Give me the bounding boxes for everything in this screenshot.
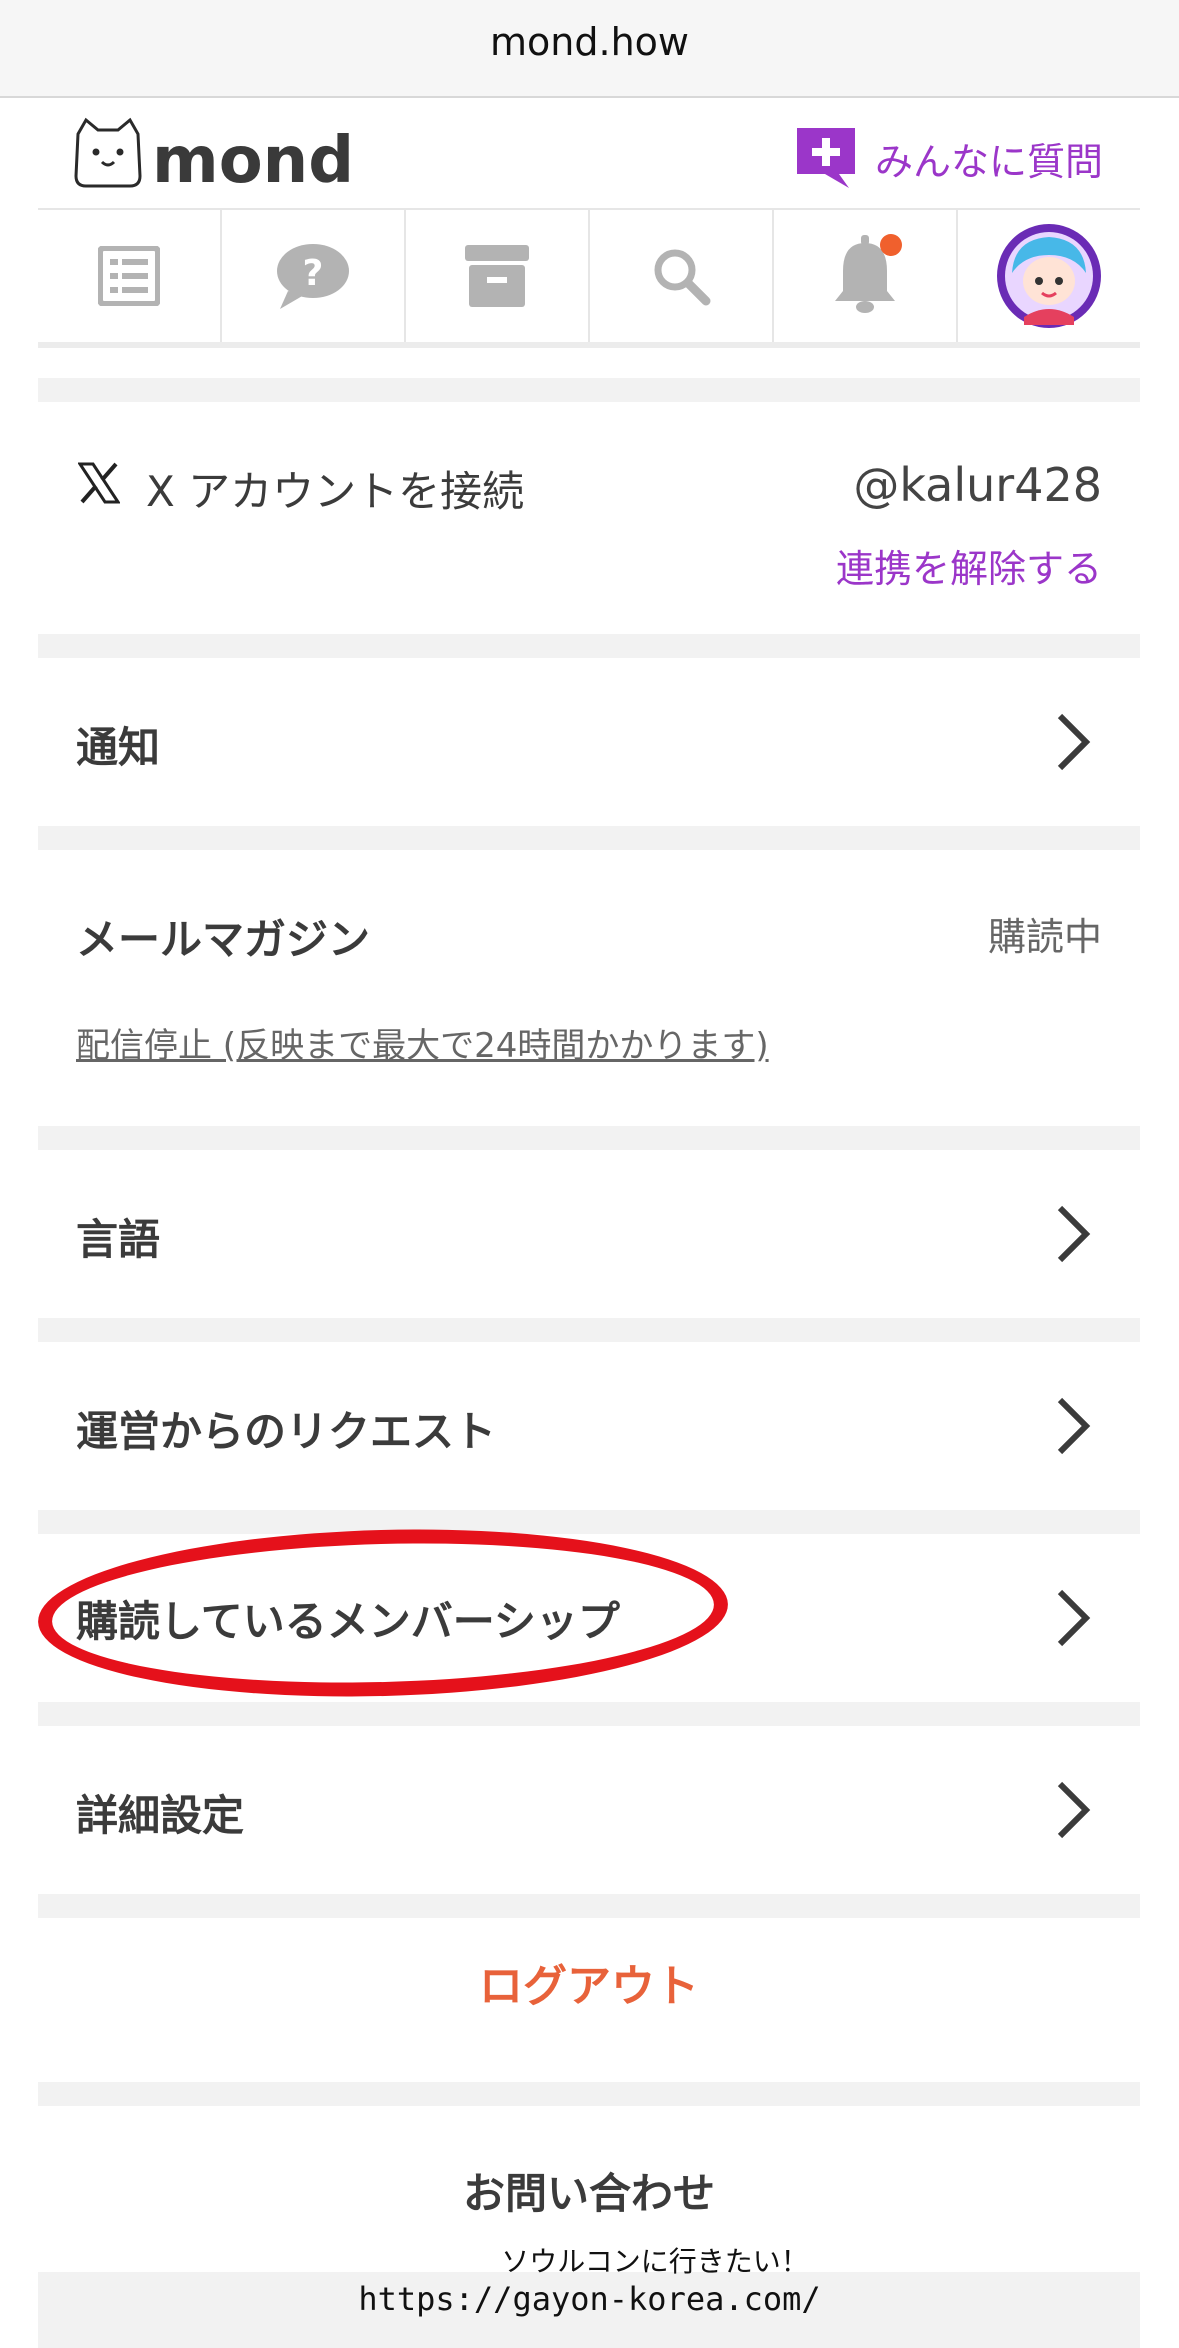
advanced-settings-label: 詳細設定 [76,1791,245,1840]
mail-magazine-section: メールマガジン 購読中 配信停止 (反映まで最大で24時間かかります) [38,850,1140,1126]
plus-bubble-icon [796,128,855,188]
language-label: 言語 [76,1215,161,1264]
request-row[interactable]: 運営からのリクエスト [38,1342,1140,1510]
subscription-status: 購読中 [987,915,1102,959]
x-handle: @kalur428 [853,458,1102,512]
chevron-right-icon [1057,1781,1091,1839]
tab-feed[interactable] [38,210,222,342]
x-connect-label: X アカウントを接続 [146,467,525,516]
section-divider [38,1510,1140,1534]
chevron-right-icon [1057,1589,1091,1647]
archive-box-icon [465,245,529,307]
x-logo-icon [78,462,120,504]
ask-everyone-button[interactable]: みんなに質問 [796,122,1103,194]
url-text[interactable]: mond.how [0,0,1179,96]
section-divider [38,2082,1140,2106]
unlink-x-button[interactable]: 連携を解除する [836,538,1102,593]
section-divider [38,826,1140,850]
mail-magazine-label: メールマガジン [76,915,371,964]
chevron-right-icon [1057,1205,1091,1263]
chevron-right-icon [1057,713,1091,771]
language-row[interactable]: 言語 [38,1150,1140,1318]
section-divider [38,1702,1140,1726]
tab-profile[interactable] [958,210,1140,342]
section-divider [38,378,1140,402]
logout-button[interactable]: ログアウト [38,1950,1140,2014]
search-icon [654,249,711,306]
notifications-row[interactable]: 通知 [38,658,1140,826]
avatar [997,224,1101,328]
tab-bar: ? [38,208,1140,348]
unsubscribe-link[interactable]: 配信停止 (反映まで最大で24時間かかります) [76,1018,769,1067]
section-divider [38,1318,1140,1342]
bell-icon [835,234,902,313]
ask-everyone-label: みんなに質問 [874,139,1103,184]
notifications-label: 通知 [76,723,161,772]
chevron-right-icon [1057,1397,1091,1455]
x-account-section: X アカウントを接続 @kalur428 連携を解除する [38,402,1140,656]
tab-questions[interactable]: ? [222,210,406,342]
section-divider [38,1126,1140,1150]
question-bubble-icon: ? [277,244,349,309]
tab-search[interactable] [590,210,774,342]
section-divider [38,634,1140,658]
advanced-settings-row[interactable]: 詳細設定 [38,1726,1140,1894]
svg-text:?: ? [303,253,324,294]
tab-notifications[interactable] [774,210,958,342]
tab-archive[interactable] [406,210,590,342]
list-icon [98,246,160,306]
section-divider [38,1894,1140,1918]
watermark-url: https://gayon-korea.com/ [358,2280,821,2318]
logo-wordmark: mond [152,124,354,192]
notification-badge [880,234,902,256]
cat-logo-icon [74,117,142,188]
request-label: 運営からのリクエスト [76,1407,497,1456]
watermark-caption: ソウルコンに行きたい！ [501,2245,809,2278]
mond-logo[interactable]: mond [74,116,394,198]
contact-link[interactable]: お問い合わせ [38,2160,1140,2221]
